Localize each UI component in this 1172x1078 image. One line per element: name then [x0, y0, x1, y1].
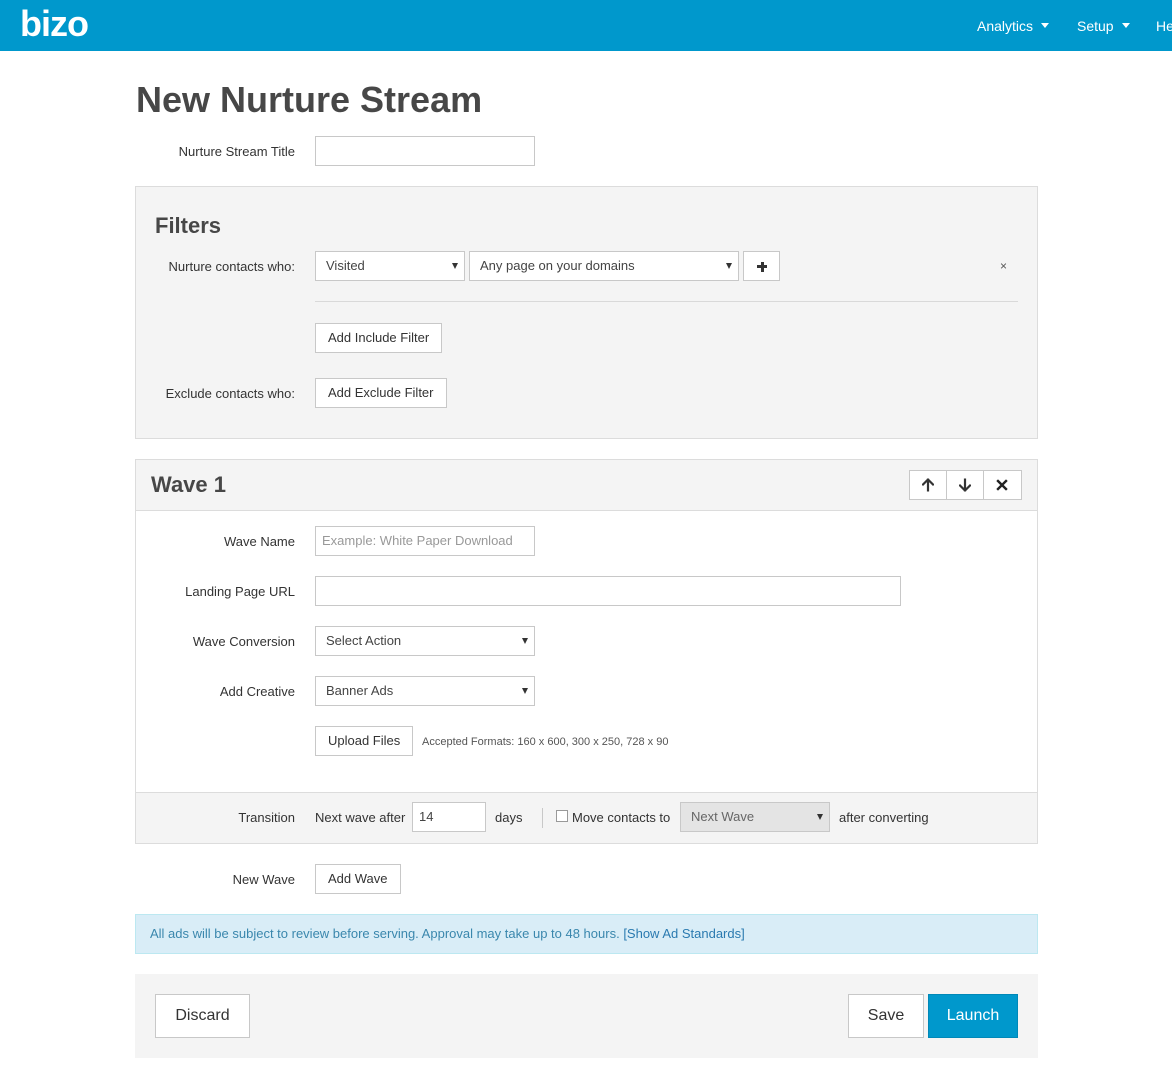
caret-down-icon: [1121, 22, 1130, 28]
add-include-filter-button[interactable]: Add Include Filter: [315, 323, 443, 353]
add-creative-select[interactable]: Banner Ads: [315, 676, 535, 706]
move-target-value: Next Wave: [691, 809, 755, 824]
accepted-formats-note: Accepted Formats: 160 x 600, 300 x 250, …: [422, 736, 669, 748]
arrow-down-icon: [959, 478, 971, 492]
wave-conversion-value: Select Action: [326, 633, 402, 648]
nav-help[interactable]: He: [1156, 18, 1172, 34]
filters-divider: [315, 301, 1018, 302]
nav-setup-label: Setup: [1077, 18, 1114, 34]
launch-button[interactable]: Launch: [928, 994, 1018, 1038]
transition-separator: [542, 808, 543, 828]
add-exclude-filter-button[interactable]: Add Exclude Filter: [315, 378, 447, 408]
dropdown-arrow-icon: [726, 263, 732, 269]
arrow-up-icon: [922, 478, 934, 492]
filter-target-select[interactable]: Any page on your domains: [469, 251, 739, 281]
dropdown-arrow-icon: [452, 263, 458, 269]
close-icon: [996, 479, 1008, 491]
after-converting-label: after converting: [839, 810, 929, 825]
save-button[interactable]: Save: [848, 994, 924, 1038]
landing-page-url-input[interactable]: [315, 576, 901, 606]
wave-conversion-label: Wave Conversion: [192, 634, 295, 649]
next-wave-after-label: Next wave after: [315, 810, 406, 825]
upload-files-button[interactable]: Upload Files: [315, 726, 414, 756]
stream-title-label: Nurture Stream Title: [178, 144, 295, 159]
stream-title-input[interactable]: [315, 136, 535, 166]
move-contacts-checkbox[interactable]: [556, 810, 568, 822]
filter-action-value: Visited: [326, 258, 365, 273]
remove-filter-close-icon[interactable]: ×: [1000, 260, 1007, 272]
wave-header: [135, 459, 1038, 511]
filters-title: Filters: [155, 213, 222, 238]
notice-text: All ads will be subject to review before…: [150, 926, 624, 941]
dropdown-arrow-icon: [817, 814, 823, 820]
move-target-select[interactable]: Next Wave: [680, 802, 830, 832]
delete-wave-button[interactable]: [984, 471, 1021, 499]
wave-name-input[interactable]: Example: White Paper Download: [315, 526, 535, 556]
filter-target-value: Any page on your domains: [480, 258, 635, 273]
nav-setup[interactable]: Setup: [1077, 18, 1130, 34]
add-filter-condition-button[interactable]: [743, 251, 780, 281]
bizo-logo[interactable]: bizo: [20, 4, 89, 44]
page-title: New Nurture Stream: [136, 79, 483, 120]
transition-label: Transition: [238, 810, 295, 825]
show-ad-standards-link[interactable]: [Show Ad Standards]: [623, 926, 744, 941]
discard-button[interactable]: Discard: [155, 994, 250, 1038]
move-contacts-label: Move contacts to: [572, 810, 671, 825]
ad-review-notice: All ads will be subject to review before…: [135, 914, 1038, 954]
nav-analytics-label: Analytics: [977, 18, 1034, 34]
filter-action-select[interactable]: Visited: [315, 251, 465, 281]
landing-page-url-label: Landing Page URL: [185, 584, 295, 599]
add-creative-value: Banner Ads: [326, 683, 394, 698]
nav-help-label: He: [1156, 18, 1172, 34]
plus-icon-vertical: [760, 261, 764, 272]
wave-name-label: Wave Name: [223, 534, 295, 549]
days-label: days: [495, 810, 523, 825]
wave-panel: [135, 459, 1038, 844]
dropdown-arrow-icon: [522, 688, 528, 694]
nurture-contacts-label: Nurture contacts who:: [168, 259, 295, 274]
dropdown-arrow-icon: [522, 638, 528, 644]
transition-days-input[interactable]: 14: [412, 802, 486, 832]
add-wave-button[interactable]: Add Wave: [315, 864, 401, 894]
wave-conversion-select[interactable]: Select Action: [315, 626, 535, 656]
new-wave-label: New Wave: [232, 872, 295, 887]
wave-title: Wave 1: [151, 472, 227, 497]
move-wave-up-button[interactable]: [910, 471, 947, 499]
add-creative-label: Add Creative: [219, 684, 295, 699]
move-wave-down-button[interactable]: [947, 471, 984, 499]
exclude-contacts-label: Exclude contacts who:: [165, 386, 295, 401]
caret-down-icon: [1041, 22, 1050, 28]
wave-controls: [909, 470, 1022, 500]
nav-analytics[interactable]: Analytics: [977, 18, 1050, 34]
top-navbar: bizo Analytics Setup He: [0, 0, 1172, 51]
